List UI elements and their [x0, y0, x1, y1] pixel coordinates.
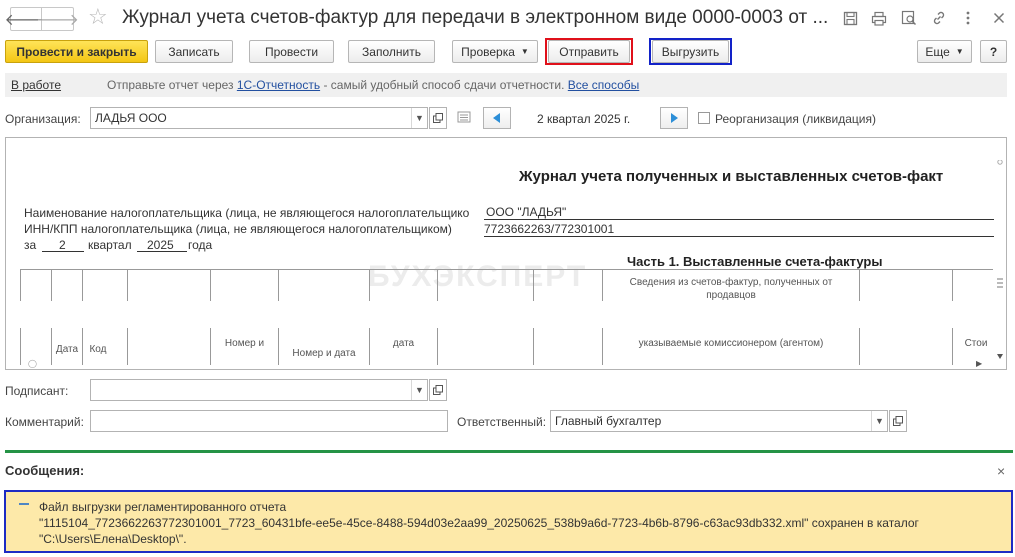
chevron-down-icon: ▼: [955, 47, 964, 56]
check-button-label: Проверка: [461, 44, 515, 59]
send-highlight-frame: [545, 38, 633, 65]
messages-title: Сообщения:: [5, 463, 85, 478]
report-spreadsheet[interactable]: Журнал учета полученных и выставленных с…: [5, 137, 1007, 370]
title-bar: 🡐 🡒 ☆ Журнал учета счетов-фактур для пер…: [0, 0, 1015, 36]
watermark: БУХЭКСПЕРТ: [368, 260, 588, 293]
help-button[interactable]: ?: [980, 40, 1007, 63]
previous-period-button[interactable]: [483, 107, 511, 129]
open-signer-button[interactable]: [429, 379, 447, 401]
check-button[interactable]: Проверка ▼: [452, 40, 538, 63]
post-and-close-button[interactable]: Провести и закрыть: [5, 40, 148, 63]
year-label: года: [188, 238, 213, 252]
message-line: "C:\Users\Елена\Desktop\".: [39, 532, 187, 546]
header-info-text: Сведения из счетов-фактур, полученных от: [629, 277, 833, 288]
quarter-label: квартал: [88, 238, 132, 252]
list-icon[interactable]: [457, 111, 471, 126]
responsible-value: Главный бухгалтер: [555, 414, 662, 428]
info-message-middle: - самый удобный способ сдачи отчетности.: [320, 78, 568, 92]
inn-kpp-label: ИНН/КПП налогоплательщика (лица, не явля…: [24, 222, 452, 236]
reporting-service-link[interactable]: 1С-Отчетность: [237, 78, 320, 92]
arrow-left-icon: [493, 113, 500, 123]
message-text: Файл выгрузки регламентированного отчета…: [39, 499, 919, 547]
taxpayer-name-label: Наименование налогоплательщика (лица, не…: [24, 206, 470, 220]
preview-icon[interactable]: [900, 9, 918, 27]
print-icon[interactable]: [870, 9, 888, 27]
messages-separator: [5, 450, 1013, 453]
col-number: Номер и: [224, 338, 265, 349]
link-icon[interactable]: [930, 9, 948, 27]
comment-label: Комментарий:: [5, 415, 84, 429]
underline: [42, 251, 84, 252]
reorganization-checkbox[interactable]: [698, 112, 710, 124]
favorite-star-icon[interactable]: ☆: [88, 4, 108, 30]
open-form-icon: [433, 113, 443, 123]
save-button[interactable]: Записать: [155, 40, 233, 63]
responsible-field[interactable]: Главный бухгалтер ▼: [550, 410, 888, 432]
window-title: Журнал учета счетов-фактур для передачи …: [122, 7, 829, 28]
report-title: Журнал учета полученных и выставленных с…: [519, 168, 944, 185]
organization-label: Организация:: [5, 112, 81, 126]
inn-kpp-value: 7723662263/772301001: [484, 222, 615, 236]
col-agent: указываемые комиссионером (агентом): [638, 338, 824, 349]
year-value: 2025: [147, 238, 174, 252]
more-button[interactable]: Еще ▼: [917, 40, 972, 63]
more-vertical-icon[interactable]: [959, 9, 977, 27]
period-label: 2 квартал 2025 г.: [537, 112, 631, 126]
responsible-label: Ответственный:: [457, 415, 547, 429]
open-organization-button[interactable]: [429, 107, 447, 129]
scroll-left-icon[interactable]: ◯: [28, 359, 37, 368]
all-methods-link[interactable]: Все способы: [568, 78, 640, 92]
info-strip: В работе Отправьте отчет через 1С-Отчетн…: [5, 73, 1007, 97]
col-date: Дата: [55, 344, 79, 355]
signer-field[interactable]: ▼: [90, 379, 428, 401]
next-period-button[interactable]: [660, 107, 688, 129]
col-code: Код: [89, 344, 107, 355]
info-message: Отправьте отчет через 1С-Отчетность - са…: [107, 78, 639, 92]
header-info-text: продавцов: [706, 290, 756, 301]
close-messages-icon[interactable]: ×: [997, 463, 1005, 479]
export-highlight-frame: [649, 38, 732, 65]
col-number-date: Номер и дата: [292, 348, 356, 359]
col-cost: Стои: [964, 338, 988, 349]
arrow-right-icon: [671, 113, 678, 123]
arrow-right-icon: 🡒: [36, 11, 79, 29]
forward-button[interactable]: 🡒: [36, 7, 79, 31]
close-icon[interactable]: [990, 9, 1008, 27]
chevron-down-icon[interactable]: ▼: [411, 380, 427, 400]
chevron-down-icon[interactable]: ▼: [871, 411, 887, 431]
message-marker-icon: [19, 503, 29, 505]
message-line: "1115104_7723662263772301001_7723_60431b…: [39, 516, 919, 530]
quarter-value: 2: [59, 238, 66, 252]
col-date2: дата: [392, 338, 415, 349]
fill-button[interactable]: Заполнить: [348, 40, 435, 63]
frozen-header-gap: [6, 301, 996, 328]
save-icon[interactable]: [841, 9, 859, 27]
period-prefix: за: [24, 238, 37, 252]
part1-heading: Часть 1. Выставленные счета-фактуры: [627, 254, 883, 269]
chevron-down-icon[interactable]: ▼: [411, 108, 427, 128]
report-vertical-scrollbar[interactable]: [996, 159, 1004, 360]
open-form-icon: [433, 385, 443, 395]
organization-value: ЛАДЬЯ ООО: [95, 111, 167, 125]
chevron-down-icon: ▼: [520, 47, 529, 56]
table-top-border: [20, 269, 993, 270]
info-message-prefix: Отправьте отчет через: [107, 78, 237, 92]
underline: [484, 219, 994, 220]
underline: [484, 236, 994, 237]
open-form-icon: [893, 416, 903, 426]
reorganization-label: Реорганизация (ликвидация): [715, 112, 876, 126]
post-button[interactable]: Провести: [249, 40, 334, 63]
scroll-right-icon[interactable]: ▶: [976, 359, 982, 368]
signer-label: Подписант:: [5, 384, 69, 398]
open-responsible-button[interactable]: [889, 410, 907, 432]
message-item[interactable]: Файл выгрузки регламентированного отчета…: [4, 490, 1013, 553]
more-button-label: Еще: [925, 44, 950, 59]
message-line: Файл выгрузки регламентированного отчета: [39, 500, 287, 514]
taxpayer-name-value: ООО "ЛАДЬЯ": [484, 205, 567, 219]
status-link[interactable]: В работе: [11, 78, 61, 92]
organization-field[interactable]: ЛАДЬЯ ООО ▼: [90, 107, 428, 129]
comment-field[interactable]: [90, 410, 448, 432]
underline: [137, 251, 187, 252]
